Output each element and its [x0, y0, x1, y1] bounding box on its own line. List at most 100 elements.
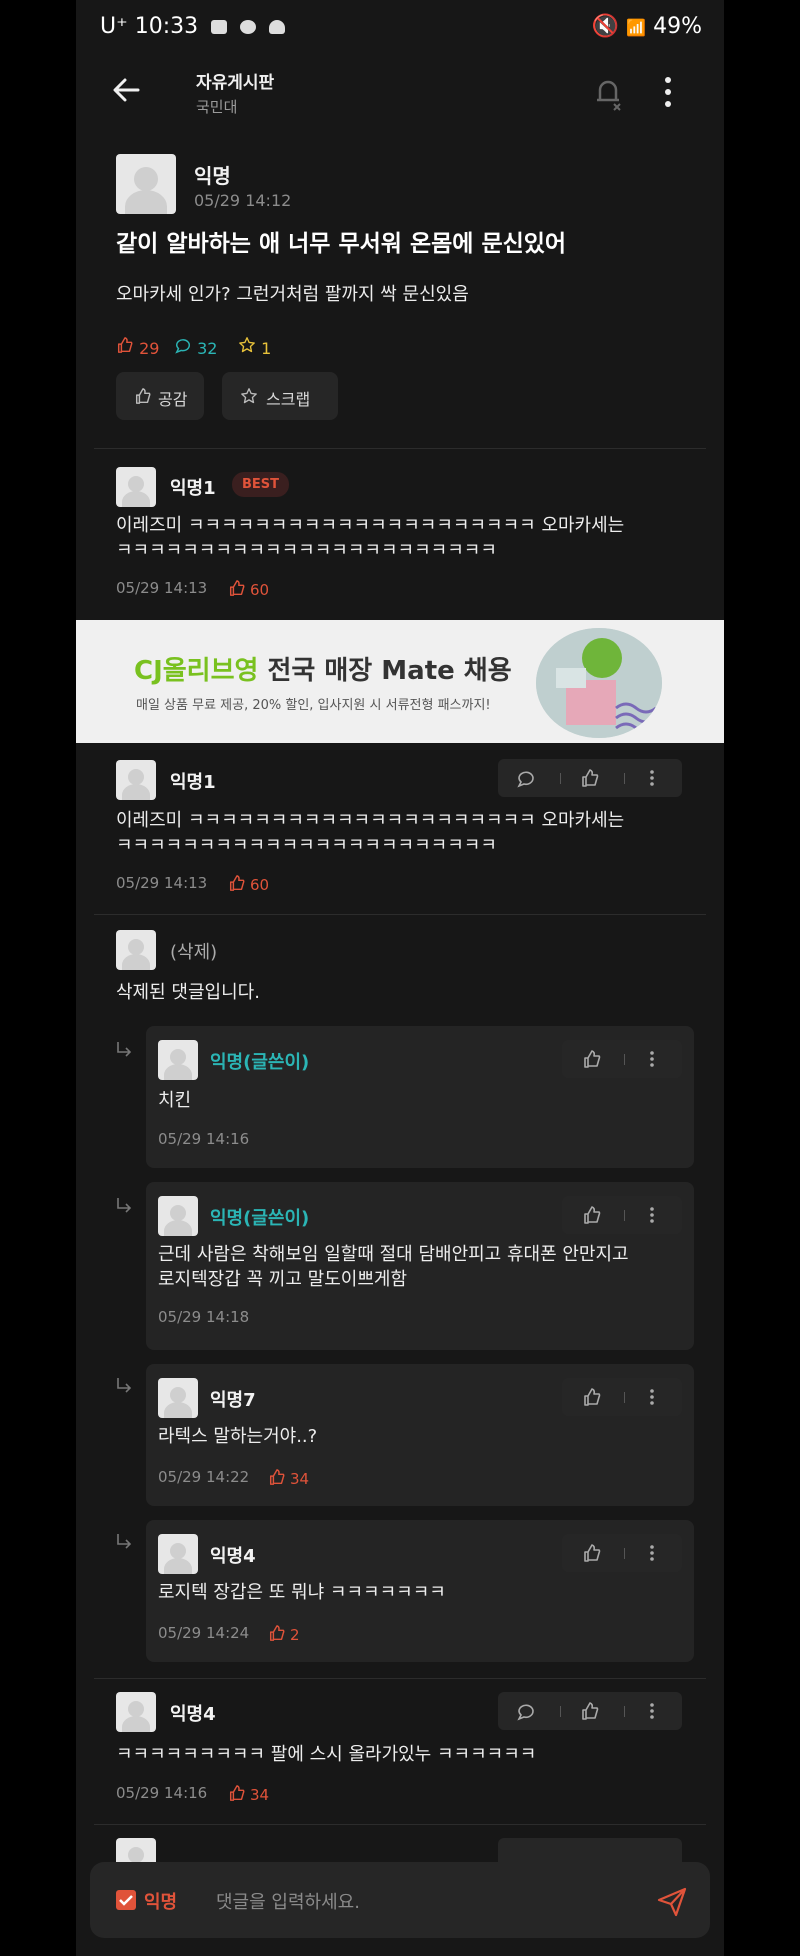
reply-body: 근데 사람은 착해보임 일할때 절대 담배안피고 휴대폰 안만지고 로지텍장갑 … [158, 1244, 629, 1290]
comment-body: ㅋㅋㅋㅋㅋㅋㅋㅋㅋ 팔에 스시 올라가있누 ㅋㅋㅋㅋㅋㅋ [116, 1744, 537, 1765]
reply-actions [562, 1534, 682, 1572]
comment-author: (삭제) [170, 942, 218, 963]
battery-level: 49% [653, 14, 702, 39]
thumbs-up-icon [135, 388, 151, 404]
thumbs-up-icon[interactable] [580, 768, 600, 788]
divider [94, 1678, 706, 1679]
thumbs-up-icon[interactable] [580, 1701, 600, 1721]
ad-banner[interactable]: CJ올리브영 전국 매장 Mate 채용 매일 상품 무료 제공, 20% 할인… [76, 620, 724, 743]
cloud-icon [269, 20, 286, 34]
comment-input-bar: 익명 댓글을 입력하세요. [90, 1862, 710, 1938]
comment-actions [498, 1692, 682, 1730]
divider [94, 448, 706, 449]
board-school: 국민대 [196, 98, 238, 116]
divider [94, 914, 706, 915]
send-icon[interactable] [656, 1886, 688, 1918]
thumbs-up-icon[interactable] [582, 1205, 602, 1225]
comment-author: 익명1 [170, 772, 216, 793]
comment-like-count: 60 [228, 874, 269, 894]
comment-date: 05/29 14:13 [116, 579, 208, 597]
check-icon [119, 1895, 133, 1906]
divider [94, 1824, 706, 1825]
reply-date: 05/29 14:22 [158, 1468, 250, 1486]
ad-photo-graphic [536, 628, 662, 738]
reply-author: 익명4 [210, 1546, 256, 1567]
reply-date: 05/29 14:18 [158, 1308, 250, 1326]
comment-like-count: 34 [228, 1784, 269, 1804]
reply-body: 치킨 [158, 1090, 192, 1111]
more-options-icon[interactable] [658, 72, 678, 112]
comment-avatar [116, 760, 156, 800]
thumbs-up-icon[interactable] [582, 1049, 602, 1069]
like-post-button[interactable]: 공감 [116, 372, 204, 420]
reply-author: 익명7 [210, 1390, 256, 1411]
reply-avatar [158, 1196, 198, 1236]
comment-actions [498, 759, 682, 797]
more-options-icon[interactable] [642, 1387, 662, 1407]
thumbs-up-icon [269, 1625, 285, 1641]
comment-avatar [116, 467, 156, 507]
star-icon [239, 337, 255, 353]
post-like-count: 29 [116, 336, 159, 358]
ad-subline: 매일 상품 무료 제공, 20% 할인, 입사지원 시 서류전형 패스까지! [136, 698, 491, 713]
thumbs-up-icon [229, 875, 245, 891]
comment-bubble-icon [175, 339, 190, 354]
comment-avatar [116, 1692, 156, 1732]
post-body: 오마카세 인가? 그런거처럼 팔까지 싹 문신있음 [116, 284, 469, 305]
board-title: 자유게시판 [196, 73, 275, 93]
thumbs-up-icon [117, 337, 133, 353]
reply-actions [562, 1196, 682, 1234]
gallery-notification-icon [211, 20, 228, 34]
reply-date: 05/29 14:16 [158, 1130, 250, 1148]
reply-bubble-icon[interactable] [516, 768, 536, 788]
reply-arrow-icon [117, 1198, 132, 1213]
comment-avatar [116, 930, 156, 970]
app-screen: U⁺ 10:33 🔇 📶 49% 자유게시판 국민대 익명 05/29 14:1… [76, 0, 724, 1956]
reply: 익명4 로지텍 장갑은 또 뭐냐 ㅋㅋㅋㅋㅋㅋㅋ 05/29 14:24 2 [146, 1520, 694, 1662]
post-author: 익명 [194, 164, 231, 188]
mute-icon: 🔇 [591, 14, 620, 39]
comment-date: 05/29 14:16 [116, 1784, 208, 1802]
post-title: 같이 알바하는 애 너무 무서워 온몸에 문신있어 [116, 231, 567, 257]
post-author-avatar [116, 154, 176, 214]
reply-like-count: 34 [268, 1468, 309, 1488]
reply-like-count: 2 [268, 1624, 300, 1644]
thumbs-up-icon [269, 1469, 285, 1485]
talk-notification-icon [240, 20, 257, 34]
anonymous-label: 익명 [144, 1892, 178, 1913]
clock: 10:33 [134, 14, 199, 39]
more-options-icon[interactable] [642, 1049, 662, 1069]
reply-actions [562, 1378, 682, 1416]
back-arrow-icon[interactable] [106, 70, 146, 110]
post-date: 05/29 14:12 [194, 191, 292, 210]
reply-avatar [158, 1534, 198, 1574]
reply-avatar [158, 1378, 198, 1418]
more-options-icon[interactable] [642, 1701, 662, 1721]
reply-date: 05/29 14:24 [158, 1624, 250, 1642]
reply-author: 익명(글쓴이) [210, 1208, 310, 1229]
comment-body: 삭제된 댓글입니다. [116, 982, 260, 1003]
star-icon [241, 388, 257, 404]
comment-body: 이레즈미 ㅋㅋㅋㅋㅋㅋㅋㅋㅋㅋㅋㅋㅋㅋㅋㅋㅋㅋㅋㅋㅋ 오마카세는 ㅋㅋㅋㅋㅋㅋㅋ… [116, 810, 625, 856]
notification-off-bell-icon[interactable] [588, 72, 628, 112]
status-bar: U⁺ 10:33 🔇 📶 49% [76, 0, 724, 56]
more-options-icon[interactable] [642, 1205, 662, 1225]
thumbs-up-icon[interactable] [582, 1387, 602, 1407]
reply: 익명7 라텍스 말하는거야..? 05/29 14:22 34 [146, 1364, 694, 1506]
anonymous-checkbox[interactable] [116, 1890, 136, 1910]
reply-bubble-icon[interactable] [516, 1701, 536, 1721]
comment-input[interactable]: 댓글을 입력하세요. [216, 1888, 360, 1914]
thumbs-up-icon [229, 1785, 245, 1801]
comment-author: 익명4 [170, 1704, 216, 1725]
more-options-icon[interactable] [642, 768, 662, 788]
reply-author: 익명(글쓴이) [210, 1052, 310, 1073]
reply-body: 로지텍 장갑은 또 뭐냐 ㅋㅋㅋㅋㅋㅋㅋ [158, 1582, 446, 1603]
scrap-post-button[interactable]: 스크랩 [222, 372, 338, 420]
ad-image [536, 628, 662, 738]
more-options-icon[interactable] [642, 1543, 662, 1563]
reply: 익명(글쓴이) 치킨 05/29 14:16 [146, 1026, 694, 1168]
comment-author: 익명1 [170, 478, 216, 499]
carrier-label: U⁺ [100, 14, 128, 39]
comment-like-count: 60 [228, 579, 269, 599]
thumbs-up-icon[interactable] [582, 1543, 602, 1563]
